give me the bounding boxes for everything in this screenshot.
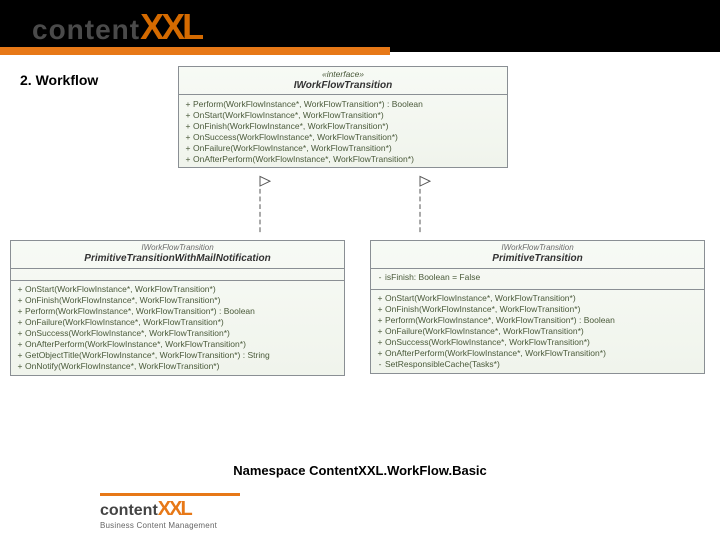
visibility: +	[183, 99, 193, 109]
diagram-caption: Namespace ContentXXL.WorkFlow.Basic	[0, 463, 720, 478]
member-row: +OnFailure(WorkFlowInstance*, WorkFlowTr…	[375, 326, 700, 337]
signature: OnSuccess(WorkFlowInstance*, WorkFlowTra…	[385, 337, 700, 347]
attributes-compartment	[11, 269, 344, 277]
signature: OnFinish(WorkFlowInstance*, WorkFlowTran…	[193, 121, 503, 131]
visibility: +	[375, 337, 385, 347]
signature: isFinish: Boolean = False	[385, 272, 700, 282]
stereotype-label: «interface»	[183, 69, 503, 80]
signature: SetResponsibleCache(Tasks*)	[385, 359, 700, 369]
signature: OnFailure(WorkFlowInstance*, WorkFlowTra…	[193, 143, 503, 153]
footer-brand-xl: XXL	[158, 498, 191, 520]
class-name: IWorkFlowTransition	[183, 80, 503, 93]
header-logo-text: content	[32, 14, 140, 45]
class-header: IWorkFlowTransition PrimitiveTransition	[371, 241, 704, 269]
implements-label: IWorkFlowTransition	[15, 243, 340, 253]
class-header: IWorkFlowTransition PrimitiveTransitionW…	[11, 241, 344, 269]
member-row: +OnAfterPerform(WorkFlowInstance*, WorkF…	[15, 339, 340, 350]
visibility: +	[183, 132, 193, 142]
visibility: +	[375, 304, 385, 314]
visibility: +	[375, 348, 385, 358]
class-primitivetransitionwithmailnotification: IWorkFlowTransition PrimitiveTransitionW…	[10, 240, 345, 376]
footer-logo: contentXXL Business Content Management	[100, 493, 240, 530]
member-row: +OnFinish(WorkFlowInstance*, WorkFlowTra…	[15, 295, 340, 306]
header-accent	[0, 47, 390, 55]
member-row: +OnSuccess(WorkFlowInstance*, WorkFlowTr…	[15, 328, 340, 339]
signature: OnAfterPerform(WorkFlowInstance*, WorkFl…	[193, 154, 503, 164]
signature: OnStart(WorkFlowInstance*, WorkFlowTrans…	[385, 293, 700, 303]
footer-brand: contentXXL	[100, 498, 240, 521]
footer-accent	[100, 493, 240, 496]
visibility: +	[183, 143, 193, 153]
footer-tagline: Business Content Management	[100, 521, 240, 530]
member-row: +Perform(WorkFlowInstance*, WorkFlowTran…	[183, 98, 503, 109]
signature: Perform(WorkFlowInstance*, WorkFlowTrans…	[25, 306, 340, 316]
signature: Perform(WorkFlowInstance*, WorkFlowTrans…	[385, 315, 700, 325]
signature: OnFailure(WorkFlowInstance*, WorkFlowTra…	[25, 317, 340, 327]
signature: OnAfterPerform(WorkFlowInstance*, WorkFl…	[25, 339, 340, 349]
signature: GetObjectTitle(WorkFlowInstance*, WorkFl…	[25, 350, 340, 360]
member-row: +GetObjectTitle(WorkFlowInstance*, WorkF…	[15, 350, 340, 361]
operations-compartment: +OnStart(WorkFlowInstance*, WorkFlowTran…	[11, 277, 344, 375]
signature: OnSuccess(WorkFlowInstance*, WorkFlowTra…	[193, 132, 503, 142]
signature: Perform(WorkFlowInstance*, WorkFlowTrans…	[193, 99, 503, 109]
visibility: +	[15, 284, 25, 294]
visibility: -	[375, 272, 385, 282]
member-row: +Perform(WorkFlowInstance*, WorkFlowTran…	[375, 315, 700, 326]
member-row: +Perform(WorkFlowInstance*, WorkFlowTran…	[15, 306, 340, 317]
footer-brand-text: content	[100, 502, 158, 519]
visibility: +	[15, 361, 25, 371]
visibility: +	[375, 326, 385, 336]
member-row: +OnNotify(WorkFlowInstance*, WorkFlowTra…	[15, 361, 340, 372]
operations-compartment: +OnStart(WorkFlowInstance*, WorkFlowTran…	[371, 286, 704, 373]
signature: OnFailure(WorkFlowInstance*, WorkFlowTra…	[385, 326, 700, 336]
member-row: +OnAfterPerform(WorkFlowInstance*, WorkF…	[183, 153, 503, 164]
class-primitivetransition: IWorkFlowTransition PrimitiveTransition …	[370, 240, 705, 374]
member-row: +OnAfterPerform(WorkFlowInstance*, WorkF…	[375, 348, 700, 359]
member-row: +OnStart(WorkFlowInstance*, WorkFlowTran…	[375, 293, 700, 304]
member-row: +OnSuccess(WorkFlowInstance*, WorkFlowTr…	[375, 337, 700, 348]
member-row: +OnSuccess(WorkFlowInstance*, WorkFlowTr…	[183, 131, 503, 142]
member-row: +OnFinish(WorkFlowInstance*, WorkFlowTra…	[375, 304, 700, 315]
class-iworkflowtransition: «interface» IWorkFlowTransition +Perform…	[178, 66, 508, 168]
visibility: +	[15, 328, 25, 338]
member-row: -SetResponsibleCache(Tasks*)	[375, 359, 700, 370]
member-row: -isFinish: Boolean = False	[375, 272, 700, 283]
member-row: +OnFailure(WorkFlowInstance*, WorkFlowTr…	[183, 142, 503, 153]
visibility: +	[15, 350, 25, 360]
visibility: +	[15, 317, 25, 327]
class-name: PrimitiveTransition	[375, 253, 700, 266]
signature: OnStart(WorkFlowInstance*, WorkFlowTrans…	[193, 110, 503, 120]
header-logo: contentXXL	[32, 6, 201, 48]
visibility: +	[183, 121, 193, 131]
class-name: PrimitiveTransitionWithMailNotification	[15, 253, 340, 266]
attributes-compartment: -isFinish: Boolean = False	[371, 269, 704, 286]
member-row: +OnStart(WorkFlowInstance*, WorkFlowTran…	[183, 109, 503, 120]
visibility: +	[375, 293, 385, 303]
member-row: +OnFailure(WorkFlowInstance*, WorkFlowTr…	[15, 317, 340, 328]
signature: OnFinish(WorkFlowInstance*, WorkFlowTran…	[25, 295, 340, 305]
member-row: +OnStart(WorkFlowInstance*, WorkFlowTran…	[15, 284, 340, 295]
visibility: -	[375, 359, 385, 369]
visibility: +	[15, 339, 25, 349]
uml-diagram: «interface» IWorkFlowTransition +Perform…	[0, 66, 720, 450]
implements-label: IWorkFlowTransition	[375, 243, 700, 253]
class-header: «interface» IWorkFlowTransition	[179, 67, 507, 95]
visibility: +	[183, 154, 193, 164]
signature: OnNotify(WorkFlowInstance*, WorkFlowTran…	[25, 361, 340, 371]
visibility: +	[183, 110, 193, 120]
signature: OnStart(WorkFlowInstance*, WorkFlowTrans…	[25, 284, 340, 294]
visibility: +	[15, 295, 25, 305]
signature: OnFinish(WorkFlowInstance*, WorkFlowTran…	[385, 304, 700, 314]
visibility: +	[15, 306, 25, 316]
signature: OnSuccess(WorkFlowInstance*, WorkFlowTra…	[25, 328, 340, 338]
header-logo-xl: XXL	[140, 6, 201, 47]
operations-compartment: +Perform(WorkFlowInstance*, WorkFlowTran…	[179, 95, 507, 167]
signature: OnAfterPerform(WorkFlowInstance*, WorkFl…	[385, 348, 700, 358]
member-row: +OnFinish(WorkFlowInstance*, WorkFlowTra…	[183, 120, 503, 131]
visibility: +	[375, 315, 385, 325]
